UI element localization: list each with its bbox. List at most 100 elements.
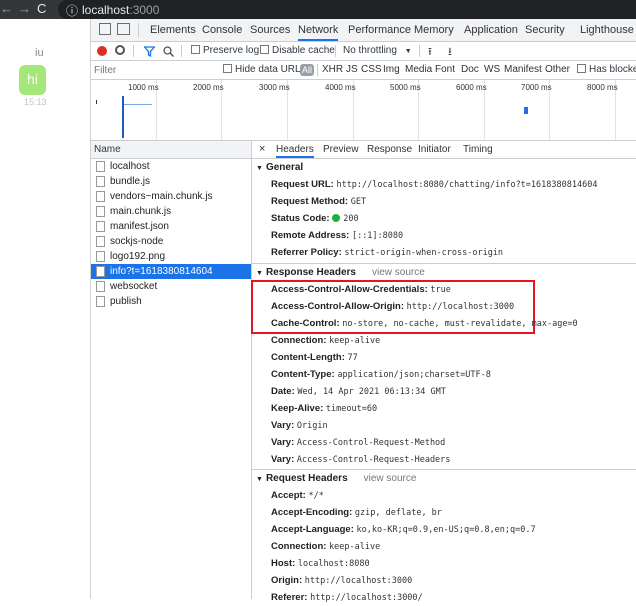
header-row: Remote Address: [::1]:8080 <box>271 228 403 244</box>
filter-icon[interactable] <box>144 46 155 57</box>
request-name: sockjs-node <box>110 236 164 247</box>
tab-security[interactable]: Security <box>525 19 565 41</box>
request-headers-title: Request Headers <box>265 473 348 484</box>
inspect-element-icon[interactable] <box>99 23 111 35</box>
preserve-log-checkbox[interactable]: Preserve log <box>191 45 259 56</box>
request-headers-section-header[interactable]: ▼ Request Headers view source <box>252 471 636 486</box>
url-port: :3000 <box>129 3 160 17</box>
request-row[interactable]: logo192.png <box>91 249 251 264</box>
name-column-header[interactable]: Name <box>91 141 251 159</box>
header-value: Access-Control-Request-Headers <box>296 455 451 465</box>
filter-img[interactable]: Img <box>383 64 400 75</box>
tab-memory[interactable]: Memory <box>414 19 454 41</box>
tab-preview[interactable]: Preview <box>323 141 359 158</box>
tab-application[interactable]: Application <box>464 19 518 41</box>
reload-icon[interactable]: C <box>37 1 46 16</box>
request-row[interactable]: publish <box>91 294 251 309</box>
divider <box>252 469 636 470</box>
request-row[interactable]: vendors~main.chunk.js <box>91 189 251 204</box>
tab-initiator[interactable]: Initiator <box>418 141 451 158</box>
request-row[interactable]: localhost <box>91 159 251 174</box>
header-value: http://localhost:3000/ <box>310 593 423 603</box>
header-row: Status Code: 200 <box>271 211 359 227</box>
header-row: Referer: http://localhost:3000/ <box>271 590 423 606</box>
header-row: Vary: Origin <box>271 418 328 434</box>
filter-all-button[interactable]: All <box>300 64 314 76</box>
filter-doc[interactable]: Doc <box>461 64 479 75</box>
general-section-header[interactable]: ▼ General <box>252 160 636 175</box>
header-value: timeout=60 <box>325 404 378 414</box>
header-key: Origin: <box>271 575 303 586</box>
request-row-selected[interactable]: info?t=1618380814604 <box>91 264 251 279</box>
record-icon[interactable] <box>97 46 107 56</box>
tab-response[interactable]: Response <box>367 141 412 158</box>
header-row: Connection: keep-alive <box>271 333 380 349</box>
header-key: Vary: <box>271 454 295 465</box>
import-har-icon[interactable]: ⭱ <box>428 43 432 62</box>
file-icon <box>96 236 105 247</box>
timeline-tick: 2000 ms <box>193 83 224 92</box>
search-icon[interactable] <box>163 46 174 57</box>
filter-input[interactable] <box>91 61 221 80</box>
back-arrow-icon[interactable]: ← <box>0 1 13 16</box>
filter-other[interactable]: Other <box>545 64 570 75</box>
filter-css[interactable]: CSS <box>361 64 382 75</box>
tab-console[interactable]: Console <box>202 19 242 41</box>
request-row[interactable]: sockjs-node <box>91 234 251 249</box>
chat-message-time: 15:13 <box>24 97 47 107</box>
request-name: websocket <box>110 281 158 292</box>
header-value: http://localhost:3000 <box>406 302 515 312</box>
view-source-link[interactable]: view source <box>372 267 425 278</box>
header-value: 77 <box>347 353 358 363</box>
triangle-down-icon: ▼ <box>256 476 263 483</box>
header-row: Cache-Control: no-store, no-cache, must-… <box>271 316 578 332</box>
view-source-link[interactable]: view source <box>364 473 417 484</box>
filter-media[interactable]: Media <box>405 64 432 75</box>
preserve-log-label: Preserve log <box>203 45 260 56</box>
throttling-select[interactable]: No throttling ▼ <box>343 45 412 56</box>
request-name: bundle.js <box>110 176 151 187</box>
tab-performance[interactable]: Performance <box>348 19 411 41</box>
filter-xhr[interactable]: XHR <box>322 64 343 75</box>
tab-elements[interactable]: Elements <box>150 19 196 41</box>
forward-arrow-icon[interactable]: → <box>18 1 31 16</box>
file-icon <box>96 176 105 187</box>
header-row: Request URL: http://localhost:8080/chatt… <box>271 177 597 193</box>
header-key: Accept: <box>271 490 306 501</box>
header-key: Connection: <box>271 541 327 552</box>
tab-sources[interactable]: Sources <box>250 19 290 41</box>
device-toolbar-icon[interactable] <box>117 23 130 35</box>
tab-lighthouse[interactable]: Lighthouse <box>580 19 634 41</box>
header-key: Keep-Alive: <box>271 403 324 414</box>
request-row[interactable]: websocket <box>91 279 251 294</box>
filter-ws[interactable]: WS <box>484 64 500 75</box>
timeline-bar <box>524 107 528 114</box>
url-field[interactable]: ⓘ localhost:3000 <box>58 0 636 19</box>
has-blocked-checkbox[interactable]: Has blocke <box>577 64 636 75</box>
clear-icon[interactable] <box>115 45 125 55</box>
response-headers-section-header[interactable]: ▼ Response Headers view source <box>252 265 636 280</box>
file-icon <box>96 206 105 217</box>
header-key: Request Method: <box>271 196 349 207</box>
tab-timing[interactable]: Timing <box>463 141 493 158</box>
header-key: Content-Length: <box>271 352 345 363</box>
request-row[interactable]: main.chunk.js <box>91 204 251 219</box>
info-icon[interactable]: ⓘ <box>66 2 78 19</box>
request-row[interactable]: manifest.json <box>91 219 251 234</box>
filter-font[interactable]: Font <box>435 64 455 75</box>
hide-data-urls-checkbox[interactable]: Hide data URLs <box>223 64 306 75</box>
divider <box>138 23 139 37</box>
header-row: Vary: Access-Control-Request-Method <box>271 435 445 451</box>
request-name: vendors~main.chunk.js <box>110 191 213 202</box>
filter-js[interactable]: JS <box>346 64 358 75</box>
tab-headers[interactable]: Headers <box>276 141 314 158</box>
header-row: Date: Wed, 14 Apr 2021 06:13:34 GMT <box>271 384 446 400</box>
tab-network[interactable]: Network <box>298 19 339 41</box>
disable-cache-checkbox[interactable]: Disable cache <box>260 45 335 56</box>
close-icon[interactable]: × <box>259 141 265 158</box>
filter-manifest[interactable]: Manifest <box>504 64 542 75</box>
file-icon <box>96 296 105 307</box>
timeline-overview[interactable]: 1000 ms 2000 ms 3000 ms 4000 ms 5000 ms … <box>91 80 636 141</box>
request-row[interactable]: bundle.js <box>91 174 251 189</box>
export-har-icon[interactable]: ⭳ <box>448 43 452 62</box>
